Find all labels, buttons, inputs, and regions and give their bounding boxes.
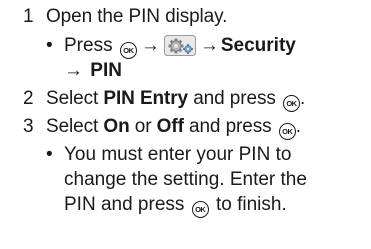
bullet-dot: • <box>46 35 53 56</box>
ok-key-icon: OK <box>282 95 300 112</box>
option-pin-entry: PIN Entry <box>103 88 189 109</box>
period: . <box>299 88 306 109</box>
substep-line: → PIN <box>64 58 369 83</box>
select-text: Select <box>46 116 99 137</box>
menu-item-pin: PIN <box>90 60 122 81</box>
option-on: On <box>103 116 130 137</box>
ok-key-icon: OK <box>119 42 137 59</box>
note-line: change the setting. Enter the <box>64 169 307 190</box>
note-text-part: to finish. <box>215 194 287 215</box>
step-text: Open the PIN display. <box>46 6 228 27</box>
step-text: Select PIN Entry and press OK. <box>46 86 305 112</box>
bullet-dot: • <box>46 144 53 165</box>
select-text: Select <box>46 88 99 109</box>
or-text: or <box>134 116 152 137</box>
ok-key-icon: OK <box>191 201 209 218</box>
arrow-icon: → <box>140 35 160 56</box>
note-text: You must enter your PIN to change the se… <box>64 142 369 218</box>
press-text: Press <box>64 35 113 56</box>
and-press-text: and press <box>189 116 272 137</box>
settings-gear-icon <box>163 35 196 56</box>
note-line: PIN and press OK to finish. <box>64 192 369 218</box>
arrow-icon: → <box>199 35 219 56</box>
step-number: 3 <box>23 116 34 137</box>
note-text-part: PIN and press <box>64 194 185 215</box>
substep-text: Press OK → → Security → PIN <box>64 33 369 83</box>
option-off: Off <box>156 116 184 137</box>
instruction-document: 1 Open the PIN display. • Press OK → → Secu… <box>0 0 371 249</box>
ok-key-icon: OK <box>278 123 296 140</box>
step-number: 2 <box>23 88 34 109</box>
step-number: 1 <box>23 6 34 27</box>
substep-line: Press OK → → Security <box>64 33 369 59</box>
step-text: Select On or Off and press OK. <box>46 114 301 140</box>
note-line: You must enter your PIN to <box>64 144 292 165</box>
arrow-icon: → <box>64 60 83 81</box>
menu-item-security: Security <box>220 35 296 56</box>
period: . <box>295 116 301 137</box>
and-press-text: and press <box>193 88 276 109</box>
